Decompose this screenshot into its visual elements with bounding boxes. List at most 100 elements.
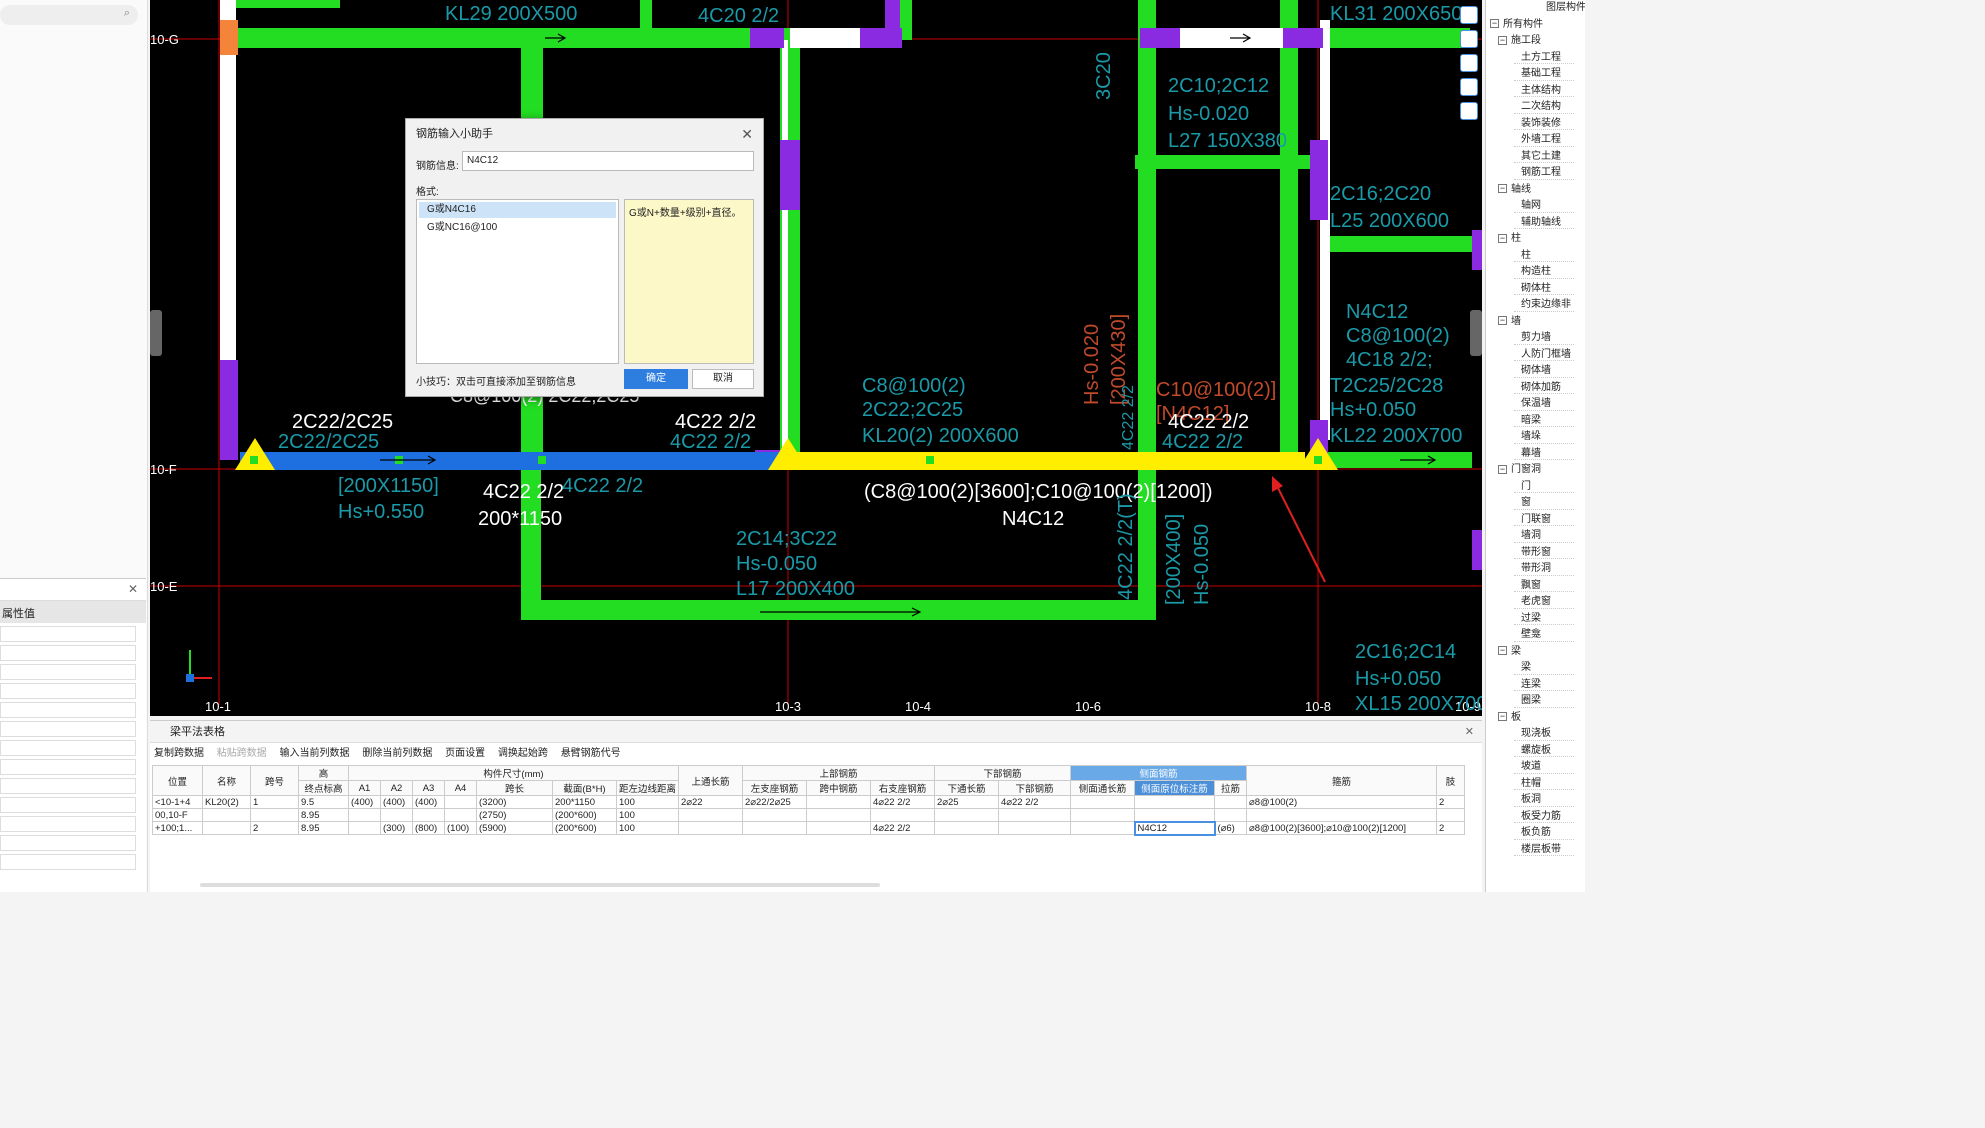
tree-item[interactable]: 土方工程: [1486, 50, 1585, 67]
table-cell-sidec[interactable]: [1070, 821, 1136, 835]
table-cell-limb[interactable]: 2: [1436, 821, 1466, 835]
ok-button[interactable]: 确定: [624, 369, 688, 389]
table-cell-pos[interactable]: <10-1+4: [152, 795, 203, 809]
table-cell-elev[interactable]: 8.95: [298, 821, 349, 835]
table-cell-dist[interactable]: 100: [615, 821, 680, 835]
table-row[interactable]: +100;1... 2 8.95 (300) (800) (100) (5900) (200*…: [152, 820, 1466, 836]
property-row[interactable]: [0, 626, 136, 642]
tree-item[interactable]: 装饰装修: [1486, 116, 1585, 133]
tree-item[interactable]: 板洞: [1486, 792, 1585, 809]
tree-item[interactable]: 砌体加筋: [1486, 380, 1585, 397]
tree-item[interactable]: 保温墙: [1486, 396, 1585, 413]
table-cell-right[interactable]: 4⌀22 2/2: [870, 795, 936, 809]
collapse-icon[interactable]: −: [1490, 19, 1499, 29]
table-cell-mid[interactable]: [806, 821, 872, 835]
property-row[interactable]: [0, 721, 136, 737]
close-icon[interactable]: ✕: [1465, 721, 1474, 743]
collapse-icon[interactable]: −: [1498, 184, 1507, 194]
tree-item[interactable]: 柱: [1486, 248, 1585, 265]
table-cell-bar[interactable]: [998, 821, 1072, 835]
table-cell-btm[interactable]: [934, 808, 1000, 822]
property-row[interactable]: [0, 854, 136, 870]
left-collapse-handle[interactable]: [150, 310, 162, 356]
table-cell-btm[interactable]: 2⌀25: [934, 795, 1000, 809]
delete-column-button[interactable]: 删除当前列数据: [362, 748, 432, 759]
tree-item[interactable]: 轴网: [1486, 198, 1585, 215]
tree-item[interactable]: 二次结构: [1486, 99, 1585, 116]
table-cell-pos[interactable]: 00,10-F: [152, 808, 203, 822]
collapse-icon[interactable]: −: [1498, 35, 1507, 45]
tree-item[interactable]: 辅助轴线: [1486, 215, 1585, 232]
tree-item[interactable]: 墙洞: [1486, 528, 1585, 545]
property-row[interactable]: [0, 683, 136, 699]
table-cell-mid[interactable]: [806, 808, 872, 822]
property-row[interactable]: [0, 778, 136, 794]
cancel-button[interactable]: 取消: [692, 369, 754, 389]
table-cell-sideo[interactable]: N4C12: [1133, 820, 1216, 836]
tree-item[interactable]: 梁: [1486, 660, 1585, 677]
table-cell-len[interactable]: (2750): [476, 808, 553, 822]
tree-item[interactable]: 主体结构: [1486, 83, 1585, 100]
property-row[interactable]: [0, 664, 136, 680]
tree-item[interactable]: 现浇板: [1486, 726, 1585, 743]
collapse-icon[interactable]: −: [1498, 464, 1507, 474]
table-cell-span[interactable]: 2: [250, 821, 299, 835]
table-cell-bar[interactable]: 4⌀22 2/2: [998, 795, 1072, 809]
format-item[interactable]: G或N4C16: [419, 202, 616, 218]
table-cell-left[interactable]: [742, 821, 808, 835]
table-cell-tie[interactable]: (⌀6): [1214, 821, 1248, 835]
page-setup-button[interactable]: 页面设置: [445, 748, 485, 759]
property-row[interactable]: [0, 797, 136, 813]
table-cell-name[interactable]: KL20(2): [202, 795, 251, 809]
table-cell-bar[interactable]: [998, 808, 1072, 822]
table-cell-dist[interactable]: 100: [615, 795, 680, 809]
tree-item[interactable]: 墙垛: [1486, 429, 1585, 446]
table-cell-a2[interactable]: [380, 808, 413, 822]
tree-item[interactable]: 砌体柱: [1486, 281, 1585, 298]
table-cell-a3[interactable]: (400): [412, 795, 445, 809]
table-cell-span[interactable]: 1: [250, 795, 299, 809]
tree-item[interactable]: − 柱: [1486, 231, 1585, 248]
format-list[interactable]: G或N4C16 G或NC16@100: [416, 199, 619, 364]
beam-table[interactable]: 位置 名称 跨号 高 构件尺寸(mm) 上通长筋 上部钢筋 下部钢筋 侧面钢筋 …: [152, 765, 1466, 836]
collapse-icon[interactable]: −: [1498, 712, 1507, 722]
tree-item[interactable]: 柱帽: [1486, 776, 1585, 793]
table-cell-sidec[interactable]: [1070, 795, 1136, 809]
table-cell-a1[interactable]: [348, 808, 381, 822]
tree-item[interactable]: 门联窗: [1486, 512, 1585, 529]
tree-item[interactable]: 基础工程: [1486, 66, 1585, 83]
table-cell-a3[interactable]: [412, 808, 445, 822]
table-cell-name[interactable]: [202, 808, 251, 822]
tree-item[interactable]: 门: [1486, 479, 1585, 496]
table-cell-top[interactable]: [678, 821, 744, 835]
tree-item[interactable]: 窗: [1486, 495, 1585, 512]
tree-item[interactable]: 人防门框墙: [1486, 347, 1585, 364]
property-row[interactable]: [0, 740, 136, 756]
drawing[interactable]: 10-G 10-F 10-E 10-1 10-3 10-4 10-6 10-8 …: [150, 0, 1482, 716]
table-row[interactable]: <10-1+4 KL20(2) 1 9.5 (400) (400) (400) (3200) 2…: [152, 795, 1466, 809]
search-input[interactable]: ⌕: [0, 5, 138, 25]
table-cell-mid[interactable]: [806, 795, 872, 809]
tree-item[interactable]: 板负筋: [1486, 825, 1585, 842]
tree-item[interactable]: − 施工段: [1486, 33, 1585, 50]
property-row[interactable]: [0, 702, 136, 718]
collapse-icon[interactable]: −: [1498, 646, 1507, 656]
tree-item[interactable]: − 板: [1486, 710, 1585, 727]
tree-item[interactable]: 壁龛: [1486, 627, 1585, 644]
property-row[interactable]: [0, 759, 136, 775]
horizontal-scrollbar[interactable]: [200, 883, 880, 887]
table-cell-hoop[interactable]: ⌀8@100(2)[3600];⌀10@100(2)[1200]: [1246, 821, 1438, 835]
table-cell-sec[interactable]: 200*1150: [552, 795, 617, 809]
table-cell-dist[interactable]: 100: [615, 808, 680, 822]
table-cell-top[interactable]: 2⌀22: [678, 795, 744, 809]
close-icon[interactable]: ✕: [128, 582, 138, 596]
format-item[interactable]: G或NC16@100: [419, 220, 616, 236]
right-collapse-handle[interactable]: [1470, 310, 1482, 356]
tree-item[interactable]: 暗梁: [1486, 413, 1585, 430]
tree-item[interactable]: 剪力墙: [1486, 330, 1585, 347]
table-cell-sideo[interactable]: [1134, 795, 1216, 809]
table-cell-elev[interactable]: 8.95: [298, 808, 349, 822]
copy-span-button[interactable]: 复制跨数据: [154, 748, 204, 759]
swap-span-button[interactable]: 调换起始跨: [498, 748, 548, 759]
cad-canvas[interactable]: 10-G 10-F 10-E 10-1 10-3 10-4 10-6 10-8 …: [150, 0, 1482, 716]
